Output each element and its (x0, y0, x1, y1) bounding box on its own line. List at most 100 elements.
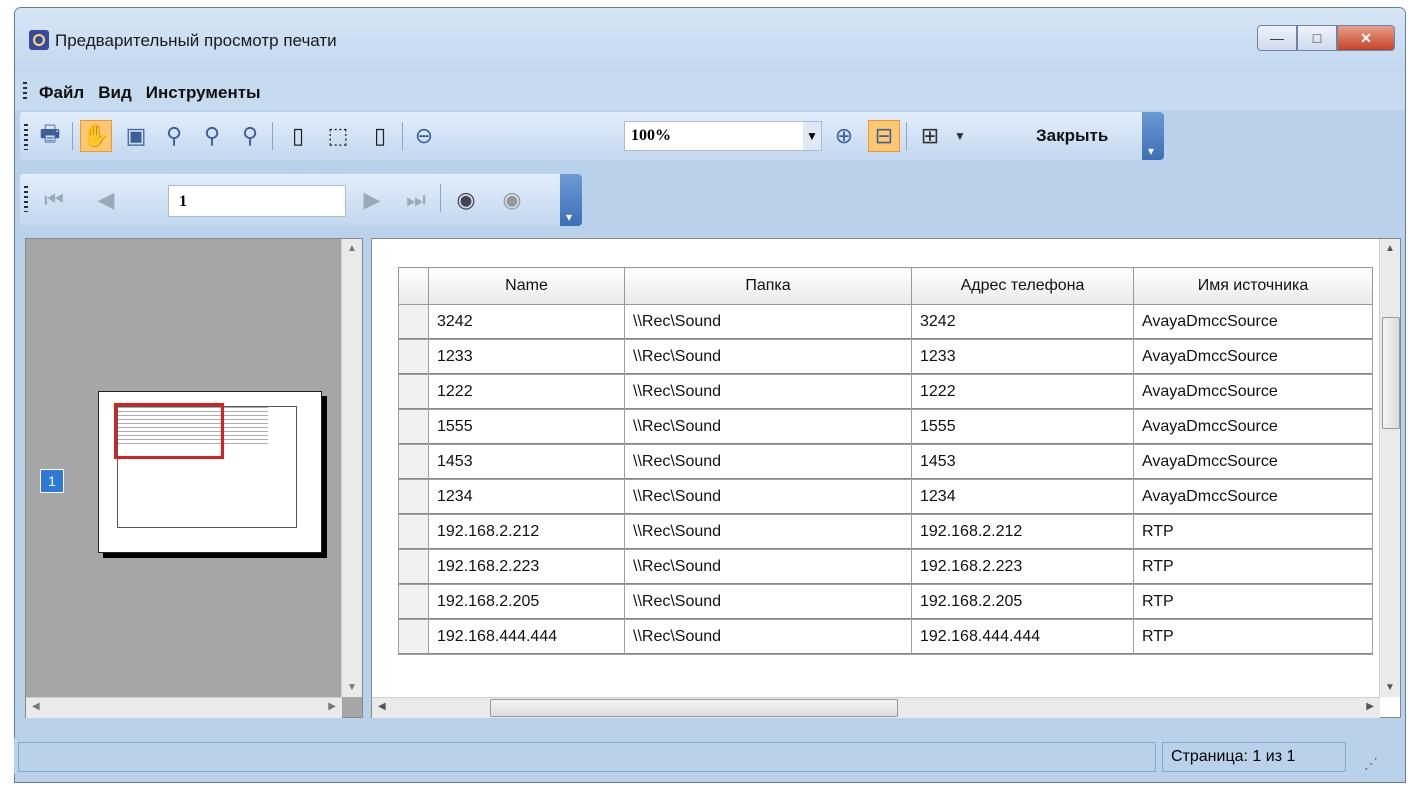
cell-phone-address: 192.168.2.223 (911, 549, 1134, 585)
cell-source-name: AvayaDmccSource (1133, 444, 1373, 480)
row-selector[interactable] (398, 514, 429, 550)
zoom-increase-icon[interactable]: ⊕ (828, 120, 860, 152)
scroll-up-icon[interactable]: ▲ (1385, 243, 1395, 254)
column-header-folder[interactable]: Папка (624, 267, 912, 305)
menu-file[interactable]: Файл (39, 83, 84, 103)
menu-tools[interactable]: Инструменты (146, 83, 261, 103)
scroll-down-icon[interactable]: ▼ (347, 682, 357, 693)
previous-page-icon[interactable]: ◀ (90, 184, 122, 216)
whole-page-icon[interactable]: ▯ (282, 120, 314, 152)
row-selector[interactable] (398, 619, 429, 655)
cell-folder: \\Rec\Sound (624, 549, 912, 585)
cell-phone-address: 192.168.444.444 (911, 619, 1134, 655)
last-page-icon[interactable]: ⏭ (400, 184, 432, 216)
row-selector[interactable] (398, 584, 429, 620)
row-selector[interactable] (398, 409, 429, 445)
page-number-input[interactable]: 1 (168, 185, 346, 217)
forward-icon[interactable]: ◉ (496, 184, 528, 216)
zoom-dynamic-icon[interactable]: ⚲ (158, 120, 190, 152)
cell-folder: \\Rec\Sound (624, 584, 912, 620)
resize-grip-icon[interactable]: ⋰ (1364, 755, 1378, 772)
cell-source-name: AvayaDmccSource (1133, 409, 1373, 445)
page-preview-pane[interactable]: Name Папка Адрес телефона Имя источника … (371, 238, 1401, 718)
row-selector[interactable] (398, 444, 429, 480)
cell-source-name: AvayaDmccSource (1133, 339, 1373, 375)
close-preview-button[interactable]: Закрыть (1036, 126, 1108, 146)
menu-view[interactable]: Вид (98, 83, 132, 103)
toolbar-grip-icon[interactable] (24, 186, 28, 212)
cell-phone-address: 192.168.2.212 (911, 514, 1134, 550)
toolbar-overflow-button[interactable] (560, 174, 582, 226)
column-header-phone-address[interactable]: Адрес телефона (911, 267, 1134, 305)
two-pages-icon[interactable]: ▯ (364, 120, 396, 152)
menubar-grip-icon[interactable] (23, 82, 27, 102)
viewport-indicator[interactable] (114, 403, 224, 459)
cell-folder: \\Rec\Sound (624, 409, 912, 445)
cell-folder: \\Rec\Sound (624, 514, 912, 550)
navigation-toolbar: ⏮ ◀ 1 ▶ ⏭ ◉ ◉ (20, 174, 582, 226)
vertical-scroll-thumb[interactable] (1382, 317, 1400, 429)
snapshot-icon[interactable]: ▣ (120, 120, 152, 152)
table-row: 192.168.2.212 \\Rec\Sound 192.168.2.212 RTP (398, 514, 1373, 550)
scroll-left-icon[interactable]: ◀ (32, 701, 40, 712)
scroll-left-icon[interactable]: ◀ (378, 701, 386, 712)
title-bar[interactable]: Предварительный просмотр печати — □ ✕ (15, 8, 1405, 72)
cell-phone-address: 1234 (911, 479, 1134, 515)
cell-source-name: AvayaDmccSource (1133, 374, 1373, 410)
cell-source-name: RTP (1133, 549, 1373, 585)
minimize-button[interactable]: — (1257, 25, 1297, 51)
column-header-source-name[interactable]: Имя источника (1133, 267, 1373, 305)
cell-name: 1234 (428, 479, 625, 515)
row-selector[interactable] (398, 304, 429, 340)
preview-toolbar: 🖶 ✋ ▣ ⚲ ⚲ ⚲ ▯ ⬚ ▯ ⊖ 100% ▼ ⊕ ⊟ ⊞ ▼ Закры… (20, 112, 1164, 160)
zoom-in-icon[interactable]: ⚲ (234, 120, 266, 152)
next-page-icon[interactable]: ▶ (356, 184, 388, 216)
back-icon[interactable]: ◉ (450, 184, 482, 216)
row-selector[interactable] (398, 479, 429, 515)
row-selector[interactable] (398, 374, 429, 410)
horizontal-scroll-thumb[interactable] (490, 699, 898, 717)
toolbar-overflow-button[interactable] (1142, 112, 1164, 160)
zoom-out-icon[interactable]: ⚲ (196, 120, 228, 152)
row-selector[interactable] (398, 339, 429, 375)
scroll-up-icon[interactable]: ▲ (347, 243, 357, 254)
page-thumbnail[interactable] (98, 391, 322, 553)
zoom-decrease-icon[interactable]: ⊖ (408, 120, 440, 152)
print-icon[interactable]: 🖶 (34, 120, 66, 152)
cell-phone-address: 192.168.2.205 (911, 584, 1134, 620)
scroll-right-icon[interactable]: ▶ (1366, 701, 1374, 712)
row-selector[interactable] (398, 549, 429, 585)
preview-horizontal-scrollbar[interactable]: ◀ ▶ (372, 697, 1380, 718)
window-title: Предварительный просмотр печати (55, 31, 337, 50)
scroll-down-icon[interactable]: ▼ (1385, 682, 1395, 693)
continuous-view-icon[interactable]: ⊟ (868, 120, 900, 152)
cell-name: 1233 (428, 339, 625, 375)
thumbnail-vertical-scrollbar[interactable]: ▲ ▼ (341, 239, 362, 697)
maximize-button[interactable]: □ (1297, 25, 1337, 51)
table-row: 192.168.444.444 \\Rec\Sound 192.168.444.44… (398, 619, 1373, 655)
table-row: 1233 \\Rec\Sound 1233 AvayaDmccSource (398, 339, 1373, 375)
thumbnail-page-number[interactable]: 1 (40, 469, 64, 493)
hand-tool-icon[interactable]: ✋ (80, 120, 112, 152)
scroll-right-icon[interactable]: ▶ (328, 701, 336, 712)
cell-name: 3242 (428, 304, 625, 340)
first-page-icon[interactable]: ⏮ (38, 184, 70, 216)
close-window-button[interactable]: ✕ (1337, 25, 1395, 51)
zoom-combobox[interactable]: 100% ▼ (624, 121, 822, 151)
thumbnail-horizontal-scrollbar[interactable]: ◀ ▶ (26, 697, 342, 718)
preview-vertical-scrollbar[interactable]: ▲ ▼ (1379, 239, 1400, 697)
status-panel (18, 742, 1156, 772)
column-header-name[interactable]: Name (428, 267, 625, 305)
multiple-pages-icon[interactable]: ⊞ (914, 120, 946, 152)
cell-phone-address: 1453 (911, 444, 1134, 480)
cell-folder: \\Rec\Sound (624, 339, 912, 375)
cell-source-name: AvayaDmccSource (1133, 304, 1373, 340)
cell-source-name: RTP (1133, 619, 1373, 655)
chevron-down-icon[interactable]: ▼ (944, 120, 976, 152)
toolbar-grip-icon[interactable] (24, 124, 28, 150)
cell-phone-address: 1555 (911, 409, 1134, 445)
print-preview-app-icon (29, 30, 49, 50)
thumbnail-pane[interactable]: 1 ▲ ▼ ◀ ▶ (25, 238, 363, 718)
chevron-down-icon[interactable]: ▼ (803, 122, 821, 150)
page-width-icon[interactable]: ⬚ (322, 120, 354, 152)
